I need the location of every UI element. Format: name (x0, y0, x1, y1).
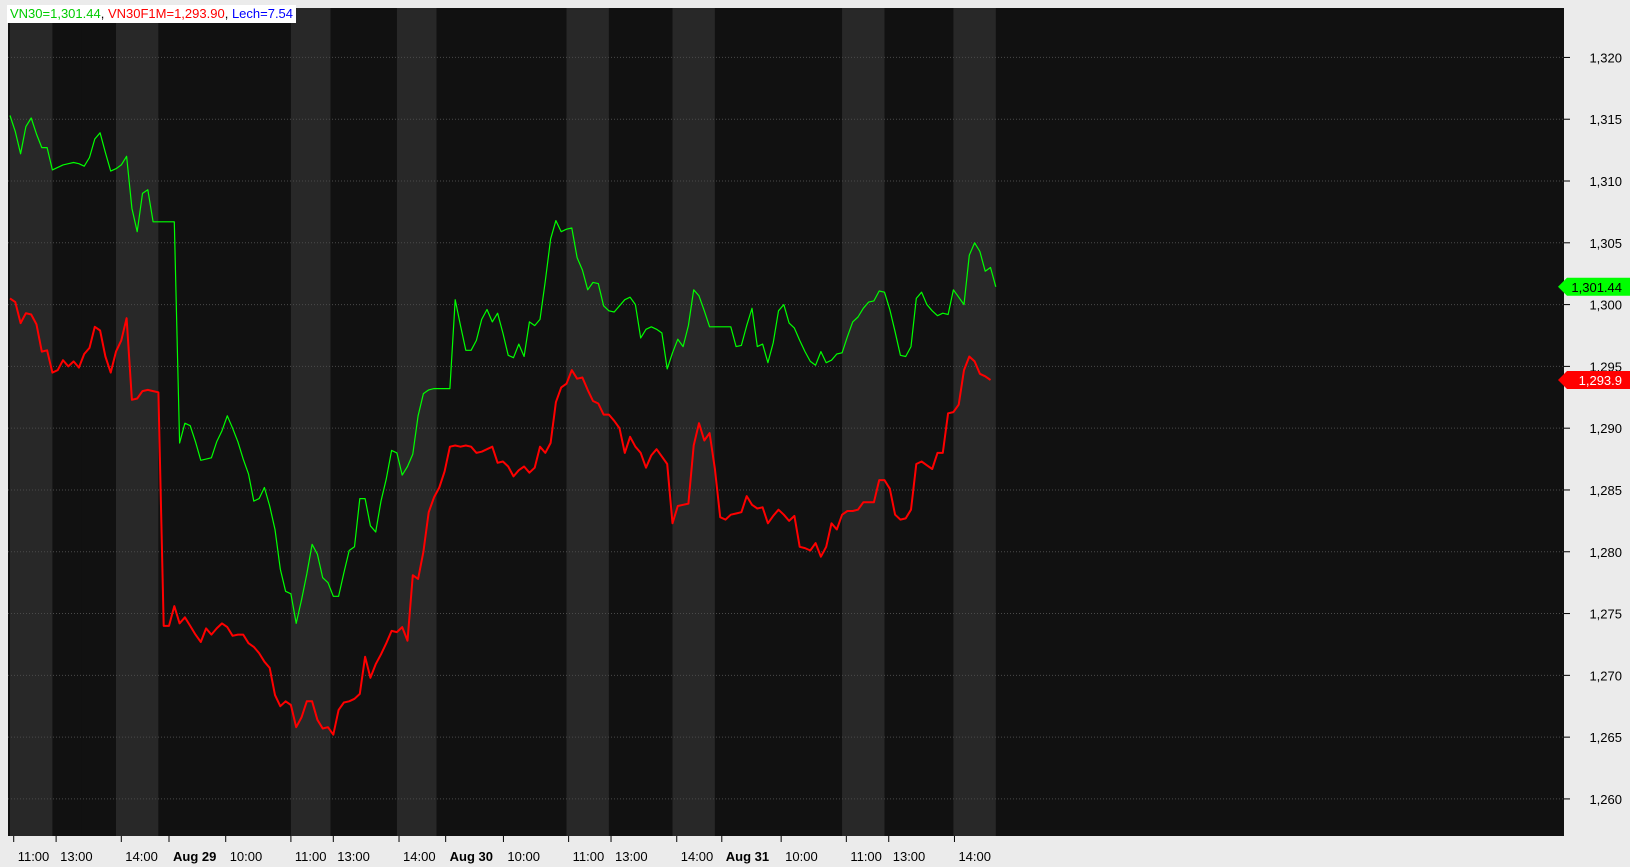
legend-separator: , (100, 6, 105, 21)
session-band (436, 8, 567, 836)
y-tick-label: 1,305 (1589, 236, 1622, 251)
x-axis: 11:00 13:00 14:00 Aug 29 10:00 11:00 13:00 14:0… (0, 836, 1564, 867)
y-tick-label: 1,290 (1589, 421, 1622, 436)
x-tick-label: 14:00 (958, 849, 991, 864)
last-value-label: 1,293.9 (1579, 373, 1622, 388)
chart-frame: 1,260 1,265 1,270 1,275 1,280 1,285 1,290 1,295… (0, 0, 1630, 867)
x-tick-label: 11:00 (18, 849, 50, 864)
session-band (953, 8, 996, 836)
chart-legend: VN30=1,301.44, VN30F1M=1,293.90, Lech=7.… (7, 5, 297, 23)
x-tick-label: Aug 30 (450, 849, 493, 864)
y-tick-label: 1,320 (1589, 50, 1622, 65)
price-chart[interactable]: 1,2601,2651,2701,2751,2801,2851,2901,295… (0, 0, 1630, 867)
legend-separator: , (224, 6, 229, 21)
y-tick-label: 1,260 (1589, 792, 1622, 807)
legend-vn30f1m: VN30F1M=1,293.90 (107, 6, 225, 21)
y-axis: 1,2601,2651,2701,2751,2801,2851,2901,295… (1564, 0, 1630, 867)
x-tick-label: 14:00 (403, 849, 436, 864)
y-tick-label: 1,280 (1589, 545, 1622, 560)
x-tick-label: 13:00 (615, 849, 648, 864)
y-tick-label: 1,310 (1589, 174, 1622, 189)
x-tick-label: 14:00 (125, 849, 158, 864)
x-tick-label: 10:00 (230, 849, 263, 864)
x-tick-label: 11:00 (850, 849, 882, 864)
y-tick-label: 1,275 (1589, 607, 1622, 622)
session-band (330, 8, 397, 836)
session-band (10, 8, 53, 836)
x-tick-label: 13:00 (893, 849, 926, 864)
session-band (566, 8, 609, 836)
x-tick-label: 11:00 (295, 849, 327, 864)
session-bands (10, 8, 996, 836)
x-tick-label: 14:00 (681, 849, 714, 864)
x-tick-label: Aug 31 (726, 849, 769, 864)
y-tick-label: 1,270 (1589, 668, 1622, 683)
x-tick-label: Aug 29 (173, 849, 216, 864)
session-band (842, 8, 885, 836)
y-tick-label: 1,300 (1589, 298, 1622, 313)
x-tick-label: 13:00 (337, 849, 370, 864)
x-tick-label: 10:00 (507, 849, 540, 864)
x-tick-label: 10:00 (785, 849, 818, 864)
x-tick-label: 13:00 (60, 849, 93, 864)
session-band (884, 8, 954, 836)
session-band (714, 8, 843, 836)
legend-vn30: VN30=1,301.44 (10, 6, 101, 21)
legend-lech: Lech=7.54 (231, 6, 294, 21)
last-value-label: 1,301.44 (1571, 280, 1622, 295)
session-band (116, 8, 159, 836)
y-tick-label: 1,285 (1589, 483, 1622, 498)
session-band (290, 8, 331, 836)
session-band (608, 8, 673, 836)
y-tick-label: 1,265 (1589, 730, 1622, 745)
x-tick-label: 11:00 (573, 849, 605, 864)
session-band (81, 8, 116, 836)
session-band (672, 8, 715, 836)
y-tick-label: 1,315 (1589, 112, 1622, 127)
